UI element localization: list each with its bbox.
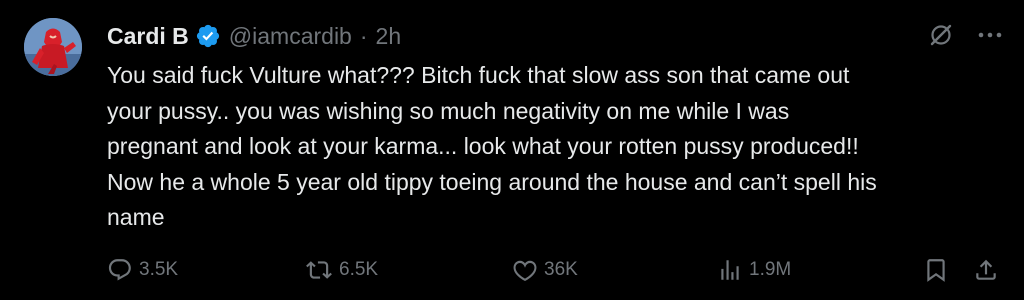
repost-count: 6.5K (339, 259, 379, 280)
repost-icon (306, 261, 332, 279)
view-count: 1.9M (749, 259, 792, 280)
like-button[interactable]: 36K (512, 257, 578, 283)
timestamp[interactable]: 2h (376, 23, 402, 50)
bookmark-icon (927, 259, 945, 282)
more-icon[interactable] (978, 31, 1002, 39)
like-count: 36K (544, 259, 578, 280)
views-button[interactable]: 1.9M (717, 257, 791, 283)
share-icon (976, 259, 996, 280)
bookmark-button[interactable] (923, 257, 955, 283)
avatar-image (24, 18, 82, 76)
avatar[interactable] (24, 18, 82, 76)
tweet-text: You said fuck Vulture what??? Bitch fuck… (107, 62, 877, 230)
action-bar: 3.5K 6.5K 36K 1.9M (107, 253, 1004, 287)
share-button[interactable] (973, 257, 1005, 283)
display-name[interactable]: Cardi B (107, 23, 189, 50)
grok-icon[interactable] (928, 22, 954, 48)
tweet: Cardi B @iamcardib · 2h You said fuck Vu… (0, 0, 1024, 300)
reply-button[interactable]: 3.5K (107, 257, 178, 283)
heart-icon (513, 260, 537, 282)
repost-button[interactable]: 6.5K (305, 257, 378, 283)
reply-icon (108, 259, 131, 281)
user-handle[interactable]: @iamcardib (229, 23, 352, 50)
verified-badge-icon[interactable] (195, 23, 221, 49)
views-icon (721, 260, 739, 280)
tweet-header: Cardi B @iamcardib · 2h (107, 20, 401, 52)
reply-count: 3.5K (139, 259, 179, 280)
tweet-top-actions (928, 22, 1002, 48)
separator-dot: · (359, 22, 368, 49)
